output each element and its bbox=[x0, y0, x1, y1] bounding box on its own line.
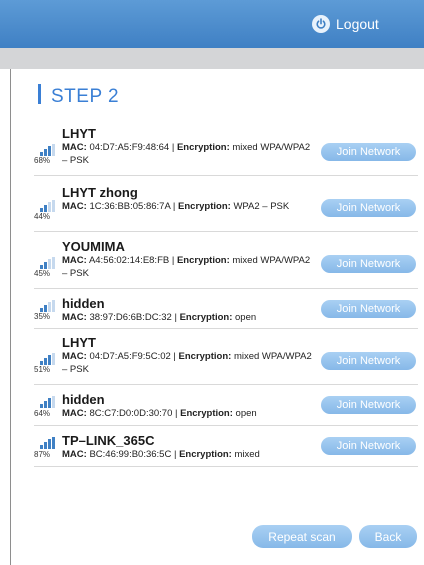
signal-indicator: 44% bbox=[34, 176, 62, 231]
power-icon bbox=[312, 15, 330, 33]
join-network-button[interactable]: Join Network bbox=[321, 143, 416, 161]
signal-percent: 45% bbox=[34, 269, 51, 278]
logout-label: Logout bbox=[336, 16, 379, 32]
signal-bars-icon bbox=[40, 352, 56, 365]
join-network-button[interactable]: Join Network bbox=[321, 437, 416, 455]
logout-button[interactable]: Logout bbox=[312, 14, 379, 34]
signal-percent: 51% bbox=[34, 365, 51, 374]
signal-bars-icon bbox=[40, 436, 56, 449]
signal-bars-icon bbox=[40, 199, 56, 212]
network-details: MAC: 8C:C7:D0:0D:30:70 | Encryption: ope… bbox=[62, 408, 257, 419]
signal-indicator: 35% bbox=[34, 289, 62, 328]
network-ssid: hidden bbox=[62, 392, 105, 407]
network-row: 44% LHYT zhong MAC: 1C:36:BB:05:86:7A | … bbox=[34, 176, 418, 232]
page-title: STEP 2 bbox=[51, 86, 120, 107]
signal-percent: 44% bbox=[34, 212, 51, 221]
step-marker bbox=[38, 84, 41, 104]
signal-indicator: 45% bbox=[34, 232, 62, 288]
signal-indicator: 87% bbox=[34, 426, 62, 466]
network-row: 45% YOUMIMA MAC: A4:56:02:14:E8:FB | Enc… bbox=[34, 232, 418, 289]
join-network-button[interactable]: Join Network bbox=[321, 199, 416, 217]
network-list: 68% LHYT MAC: 04:D7:A5:F9:48:64 | Encryp… bbox=[34, 124, 418, 467]
network-details: MAC: 04:D7:A5:F9:48:64 | Encryption: mix… bbox=[62, 142, 311, 166]
join-network-button[interactable]: Join Network bbox=[321, 300, 416, 318]
network-details: MAC: A4:56:02:14:E8:FB | Encryption: mix… bbox=[62, 255, 311, 279]
signal-indicator: 64% bbox=[34, 385, 62, 425]
repeat-scan-button[interactable]: Repeat scan bbox=[252, 525, 352, 548]
signal-percent: 35% bbox=[34, 312, 51, 321]
join-network-button[interactable]: Join Network bbox=[321, 352, 416, 370]
network-row: 51% LHYT MAC: 04:D7:A5:F9:5C:02 | Encryp… bbox=[34, 329, 418, 385]
network-row: 64% hidden MAC: 8C:C7:D0:0D:30:70 | Encr… bbox=[34, 385, 418, 426]
network-ssid: hidden bbox=[62, 296, 105, 311]
network-ssid: LHYT zhong bbox=[62, 185, 138, 200]
step-heading: STEP 2 bbox=[38, 84, 120, 109]
signal-indicator: 51% bbox=[34, 329, 62, 384]
network-details: MAC: 38:97:D6:6B:DC:32 | Encryption: ope… bbox=[62, 312, 257, 323]
network-details: MAC: 1C:36:BB:05:86:7A | Encryption: WPA… bbox=[62, 201, 290, 212]
signal-bars-icon bbox=[40, 395, 56, 408]
back-button[interactable]: Back bbox=[359, 525, 417, 548]
network-ssid: TP–LINK_365C bbox=[62, 433, 155, 448]
network-ssid: LHYT bbox=[62, 126, 96, 141]
signal-indicator: 68% bbox=[34, 124, 62, 175]
join-network-button[interactable]: Join Network bbox=[321, 396, 416, 414]
network-ssid: LHYT bbox=[62, 335, 96, 350]
network-ssid: YOUMIMA bbox=[62, 239, 125, 254]
network-row: 35% hidden MAC: 38:97:D6:6B:DC:32 | Encr… bbox=[34, 289, 418, 329]
network-row: 87% TP–LINK_365C MAC: BC:46:99:B0:36:5C … bbox=[34, 426, 418, 467]
network-row: 68% LHYT MAC: 04:D7:A5:F9:48:64 | Encryp… bbox=[34, 124, 418, 176]
left-divider bbox=[10, 69, 11, 565]
top-bar: Logout bbox=[0, 0, 424, 48]
signal-percent: 68% bbox=[34, 156, 51, 165]
network-details: MAC: BC:46:99:B0:36:5C | Encryption: mix… bbox=[62, 449, 260, 460]
network-details: MAC: 04:D7:A5:F9:5C:02 | Encryption: mix… bbox=[62, 351, 312, 375]
signal-percent: 64% bbox=[34, 409, 51, 418]
signal-percent: 87% bbox=[34, 450, 51, 459]
signal-bars-icon bbox=[40, 256, 56, 269]
signal-bars-icon bbox=[40, 299, 56, 312]
join-network-button[interactable]: Join Network bbox=[321, 255, 416, 273]
signal-bars-icon bbox=[40, 143, 56, 156]
sub-header-bar bbox=[0, 48, 424, 69]
